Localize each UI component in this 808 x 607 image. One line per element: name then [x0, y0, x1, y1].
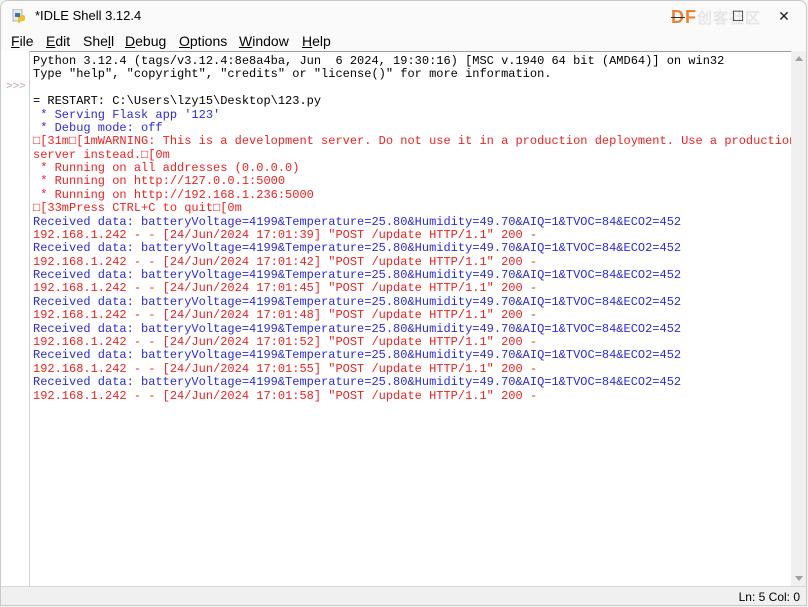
shell-line: Received data: batteryVoltage=4199&Tempe… [33, 241, 682, 256]
shell-line: 192.168.1.242 - - [24/Jun/2024 17:01:58]… [33, 388, 538, 403]
status-bar: Ln: 5 Col: 0 [1, 586, 806, 605]
close-button[interactable]: ✕ [769, 5, 799, 27]
menu-label-rest: indow [252, 33, 289, 49]
scroll-up-arrow-icon[interactable] [795, 56, 803, 61]
shell-line: Received data: batteryVoltage=4199&Tempe… [33, 321, 682, 336]
python-idle-icon [12, 9, 25, 23]
menu-mnemonic: E [46, 33, 56, 49]
menu-file[interactable]: File [11, 33, 34, 49]
cursor-position: Ln: 5 Col: 0 [738, 590, 800, 604]
shell-line: 192.168.1.242 - - [24/Jun/2024 17:01:42]… [33, 254, 538, 269]
vertical-scrollbar[interactable] [791, 51, 806, 586]
menu-label-rest: elp [312, 33, 331, 49]
shell-line: Received data: batteryVoltage=4199&Tempe… [33, 214, 682, 229]
menu-mnemonic: W [239, 33, 253, 49]
shell-line: Received data: batteryVoltage=4199&Tempe… [33, 294, 682, 309]
shell-line: Received data: batteryVoltage=4199&Tempe… [33, 348, 682, 363]
menu-mnemonic: F [11, 33, 20, 49]
shell-line: Type "help", "copyright", "credits" or "… [33, 67, 552, 82]
menu-edit[interactable]: Edit [46, 33, 70, 49]
shell-line: Received data: batteryVoltage=4199&Tempe… [33, 375, 682, 390]
menu-bar: File Edit Shell Debug Options Window Help [1, 31, 806, 51]
shell-output-text[interactable]: Python 3.12.4 (tags/v3.12.4:8e8a4ba, Jun… [30, 51, 806, 587]
prompt-marker: >>> [6, 81, 26, 93]
shell-sidebar: >>> [1, 51, 30, 586]
shell-line: 192.168.1.242 - - [24/Jun/2024 17:01:52]… [33, 334, 538, 349]
minimize-button[interactable]: — [663, 5, 693, 27]
menu-label-rest: ebug [135, 33, 167, 49]
menu-mnemonic: O [179, 33, 190, 49]
shell-line: * Serving Flask app '123' [33, 107, 221, 122]
shell-line: 192.168.1.242 - - [24/Jun/2024 17:01:55]… [33, 361, 538, 376]
menu-label-rest: dit [55, 33, 71, 49]
shell-line: * Running on http://192.168.1.236:5000 [33, 187, 314, 202]
shell-line: * Running on all addresses (0.0.0.0) [33, 161, 300, 176]
shell-line: 192.168.1.242 - - [24/Jun/2024 17:01:48]… [33, 308, 538, 323]
shell-line: server instead.□[0m [33, 147, 170, 162]
shell-line: Python 3.12.4 (tags/v3.12.4:8e8a4ba, Jun… [33, 54, 725, 68]
window-title: *IDLE Shell 3.12.4 [35, 8, 142, 23]
shell-line: * Running on http://127.0.0.1:5000 [33, 174, 286, 189]
menu-label-prefix: She [83, 33, 108, 49]
shell-line: 192.168.1.242 - - [24/Jun/2024 17:01:39]… [33, 227, 538, 242]
shell-line: □[31m□[1mWARNING: This is a development … [33, 134, 807, 149]
menu-label-rest: ile [19, 33, 34, 49]
shell-line: = RESTART: C:\Users\lzy15\Desktop\123.py [33, 94, 322, 109]
maximize-button[interactable]: ☐ [723, 5, 753, 27]
menu-label-rest: ptions [189, 33, 228, 49]
shell-line: 192.168.1.242 - - [24/Jun/2024 17:01:45]… [33, 281, 538, 296]
menu-options[interactable]: Options [179, 33, 227, 49]
shell-line: □[33mPress CTRL+C to quit□[0m [33, 201, 242, 216]
title-bar[interactable]: *IDLE Shell 3.12.4 DF创客社区 — ☐ ✕ [1, 1, 806, 31]
menu-label-rest: l [111, 33, 115, 49]
menu-help[interactable]: Help [302, 33, 331, 49]
shell-line: Received data: batteryVoltage=4199&Tempe… [33, 268, 682, 283]
menu-mnemonic: D [125, 33, 136, 49]
idle-shell-window: *IDLE Shell 3.12.4 DF创客社区 — ☐ ✕ File Edit… [0, 0, 807, 606]
menu-mnemonic: H [302, 33, 313, 49]
menu-shell[interactable]: Shell [83, 33, 114, 49]
menu-debug[interactable]: Debug [125, 33, 166, 49]
scroll-down-arrow-icon[interactable] [795, 576, 803, 581]
menu-window[interactable]: Window [239, 33, 289, 49]
shell-line: * Debug mode: off [33, 120, 163, 135]
